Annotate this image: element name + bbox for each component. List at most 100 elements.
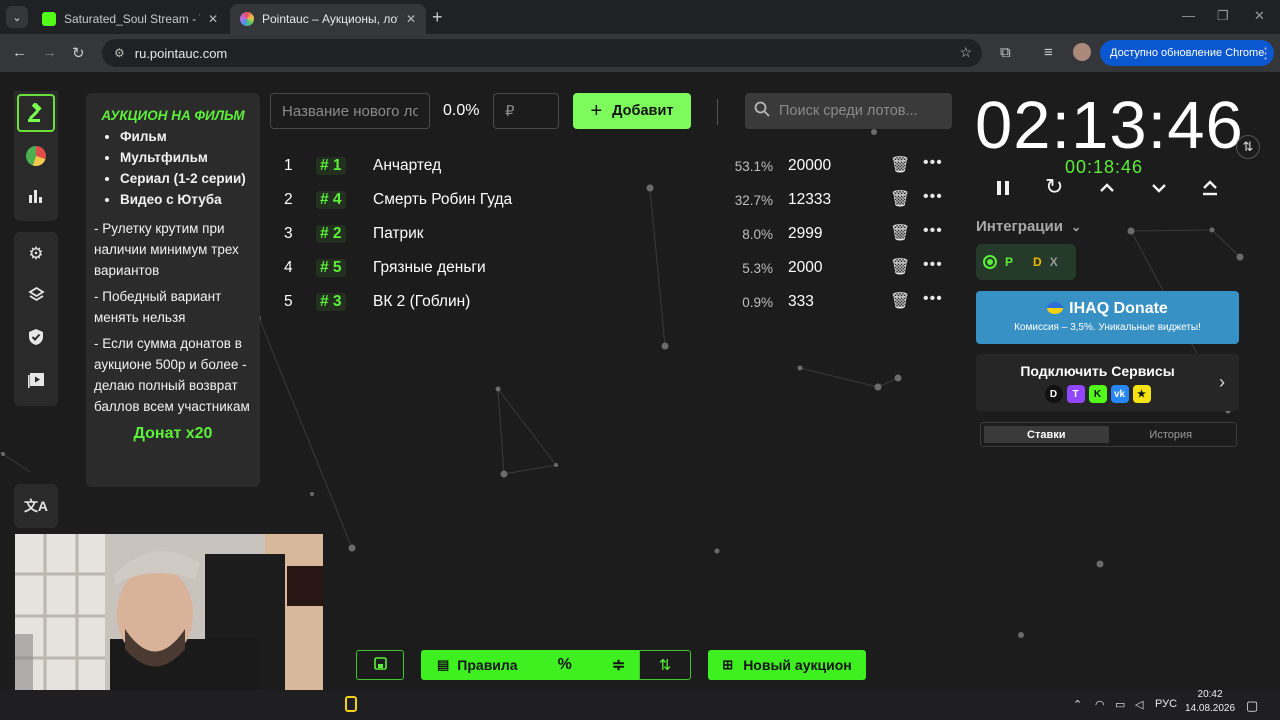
restart-icon[interactable]: ↻ [1045,174,1063,200]
site-info-icon[interactable]: ⚙ [114,46,125,60]
tab-close-icon[interactable]: ✕ [406,12,416,26]
media-icon[interactable]: ≡ [1044,44,1053,61]
wifi-icon[interactable]: ◠ [1095,698,1105,711]
sidebar-item-stats[interactable] [14,177,58,220]
tab-title: Pointauc – Аукционы, лотереи [262,12,398,26]
integration-radio[interactable] [983,255,997,269]
restore-icon[interactable]: ❐ [1217,8,1229,24]
sidebar-item-auction[interactable] [14,91,58,134]
tab-history[interactable]: История [1109,426,1234,443]
lot-name[interactable]: ВК 2 (Гоблин) [373,293,470,311]
bookmark-star-icon[interactable]: ☆ [959,44,972,61]
save-button[interactable] [356,650,404,680]
browser-tab-active[interactable]: Pointauc – Аукционы, лотереи ✕ [230,4,426,34]
browser-tab[interactable]: Saturated_Soul Stream - Watch ✕ [32,4,228,34]
lot-amount[interactable]: 20000 [788,157,831,175]
sidebar-item-language[interactable]: 文A [14,484,58,527]
more-options-icon[interactable]: ••• [923,290,943,308]
more-options-icon[interactable]: ••• [923,256,943,274]
trash-icon[interactable]: 🗑 [890,189,910,209]
more-options-icon[interactable]: ••• [923,222,943,240]
trash-icon[interactable]: 🗑 [890,223,910,243]
trash-icon[interactable]: 🗑 [890,291,910,311]
more-options-icon[interactable]: ••• [923,154,943,172]
back-icon[interactable]: ← [12,44,27,61]
integrations-toggle[interactable]: Интеграции ⌄ [976,218,1081,235]
connect-services-button[interactable]: Подключить Сервисы D T K vk ★ › [976,354,1239,411]
more-options-icon[interactable]: ••• [923,188,943,206]
integrations-label: Интеграции [976,218,1063,235]
chevron-up-icon[interactable] [1098,177,1116,203]
volume-icon[interactable]: ◁ [1135,698,1143,711]
add-lot-button[interactable]: + Добавит [573,93,691,129]
lot-id[interactable]: # 2 [316,225,346,243]
lot-id[interactable]: # 3 [316,293,346,311]
percent-icon[interactable]: % [558,656,572,674]
lot-id[interactable]: # 1 [316,157,346,175]
reload-icon[interactable]: ↻ [72,44,85,62]
app-lock-icon[interactable] [345,696,357,712]
lot-name[interactable]: Смерть Робин Гуда [373,191,512,209]
search-input[interactable] [779,103,949,119]
chevron-down-icon[interactable] [1150,177,1168,203]
lot-amount[interactable]: 12333 [788,191,831,209]
lot-name[interactable]: Патрик [373,225,424,243]
display-icon[interactable]: ▭ [1115,698,1125,711]
sort-button[interactable]: ⇅ [639,650,691,680]
tray-expand-icon[interactable]: ⌃ [1073,698,1082,711]
translate-icon: 文A [23,497,49,514]
rules-card: АУКЦИОН НА ФИЛЬМ Фильм Мультфильм Сериал… [86,93,260,487]
tab-close-icon[interactable]: ✕ [208,12,218,26]
lot-name[interactable]: Анчартед [373,157,441,175]
taskbar-clock[interactable]: 20:42 14.08.2026 [1185,688,1235,716]
input-language[interactable]: РУС [1155,698,1177,710]
double-up-icon[interactable] [1201,177,1219,203]
lot-percent: 8.0% [742,227,773,242]
compress-icon[interactable]: ≑ [612,655,625,675]
sidebar-item-wheel[interactable] [14,134,58,177]
lot-amount[interactable]: 2000 [788,259,822,277]
extensions-icon[interactable]: ⧉ [1000,44,1011,61]
lot-amount[interactable]: 2999 [788,225,822,243]
lot-search[interactable] [745,93,952,129]
list-item: Сериал (1-2 серии) [120,168,252,189]
lot-amount[interactable]: 333 [788,293,814,311]
chrome-menu-icon[interactable]: ⋮ [1258,44,1273,62]
notifications-icon[interactable]: ▢ [1246,698,1258,714]
tab-bets[interactable]: Ставки [984,426,1109,443]
search-icon [754,101,770,122]
new-lot-name-input[interactable] [270,93,430,129]
forward-icon[interactable]: → [42,44,57,61]
trash-icon[interactable]: 🗑 [890,155,910,175]
trash-icon[interactable]: 🗑 [890,257,910,277]
minimize-icon[interactable]: — [1182,8,1195,23]
profile-avatar[interactable] [1073,43,1091,61]
webcam-overlay [15,534,323,706]
lot-name[interactable]: Грязные деньги [373,259,486,277]
sidebar-item-layers[interactable] [14,275,58,318]
sidebar-item-settings[interactable]: ⚙ [14,232,58,275]
tab-search-button[interactable]: ⌄ [6,6,28,28]
new-auction-button[interactable]: ⊞ Новый аукцион [708,650,866,680]
layers-icon [27,286,45,308]
close-integration-icon[interactable]: X [1050,255,1058,269]
rules-note: - Победный вариант менять нельзя [94,289,222,325]
sidebar-item-video[interactable] [14,361,58,404]
services-icons: D T K vk ★ [976,385,1239,403]
rules-button[interactable]: ▤ Правила [437,657,518,673]
donatepay-integration-icon[interactable]: D [1033,255,1042,269]
pause-icon[interactable] [994,177,1012,203]
rules-note: - Если сумма донатов в аукционе 500р и б… [94,336,250,414]
table-row: 2 # 4 Смерть Робин Гуда 32.7% 12333 🗑 ••… [270,182,950,216]
window-close-icon[interactable]: ✕ [1254,8,1265,24]
lot-id[interactable]: # 4 [316,191,346,209]
lot-id[interactable]: # 5 [316,259,346,277]
new-lot-amount-input[interactable] [493,93,559,129]
pointauc-integration-icon[interactable]: P [1005,255,1013,269]
sidebar-item-security[interactable] [14,318,58,361]
new-tab-button[interactable]: + [432,7,443,28]
address-bar[interactable]: ⚙ ru.pointauc.com ☆ [102,39,982,67]
ihaq-donate-banner[interactable]: IHAQ Donate Комиссия – 3,5%. Уникальные … [976,291,1239,344]
chrome-update-button[interactable]: Доступно обновление Chrome [1100,40,1275,66]
swap-timer-icon[interactable]: ⇅ [1236,135,1260,159]
